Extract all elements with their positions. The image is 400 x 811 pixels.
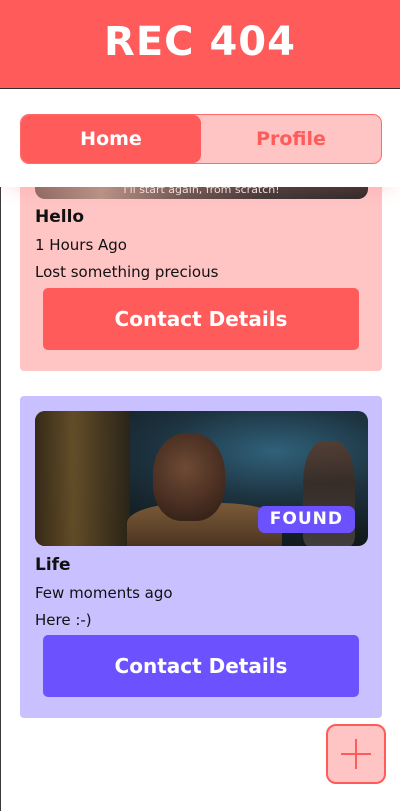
tab-home[interactable]: Home bbox=[21, 115, 201, 163]
image-scene bbox=[153, 433, 225, 521]
tab-area: Home Profile bbox=[0, 89, 400, 187]
post-time: Few moments ago bbox=[35, 584, 173, 602]
found-badge: FOUND bbox=[257, 506, 355, 533]
add-post-button[interactable] bbox=[326, 724, 386, 784]
plus-icon bbox=[341, 739, 371, 769]
post-title: Life bbox=[35, 555, 71, 575]
tab-profile[interactable]: Profile bbox=[201, 115, 381, 163]
post-image[interactable]: FOUND bbox=[35, 411, 368, 546]
app-header: REC 404 bbox=[0, 0, 400, 89]
post-time: 1 Hours Ago bbox=[35, 236, 127, 254]
post-card-found: FOUND Life Few moments ago Here :-) Cont… bbox=[20, 396, 382, 718]
post-title: Hello bbox=[35, 207, 85, 227]
post-description: Here :-) bbox=[35, 611, 92, 629]
contact-details-button[interactable]: Contact Details bbox=[43, 288, 359, 350]
image-scene bbox=[35, 411, 130, 546]
app-title: REC 404 bbox=[104, 19, 296, 65]
contact-details-button[interactable]: Contact Details bbox=[43, 635, 359, 697]
tab-bar: Home Profile bbox=[20, 114, 382, 164]
post-description: Lost something precious bbox=[35, 263, 219, 281]
